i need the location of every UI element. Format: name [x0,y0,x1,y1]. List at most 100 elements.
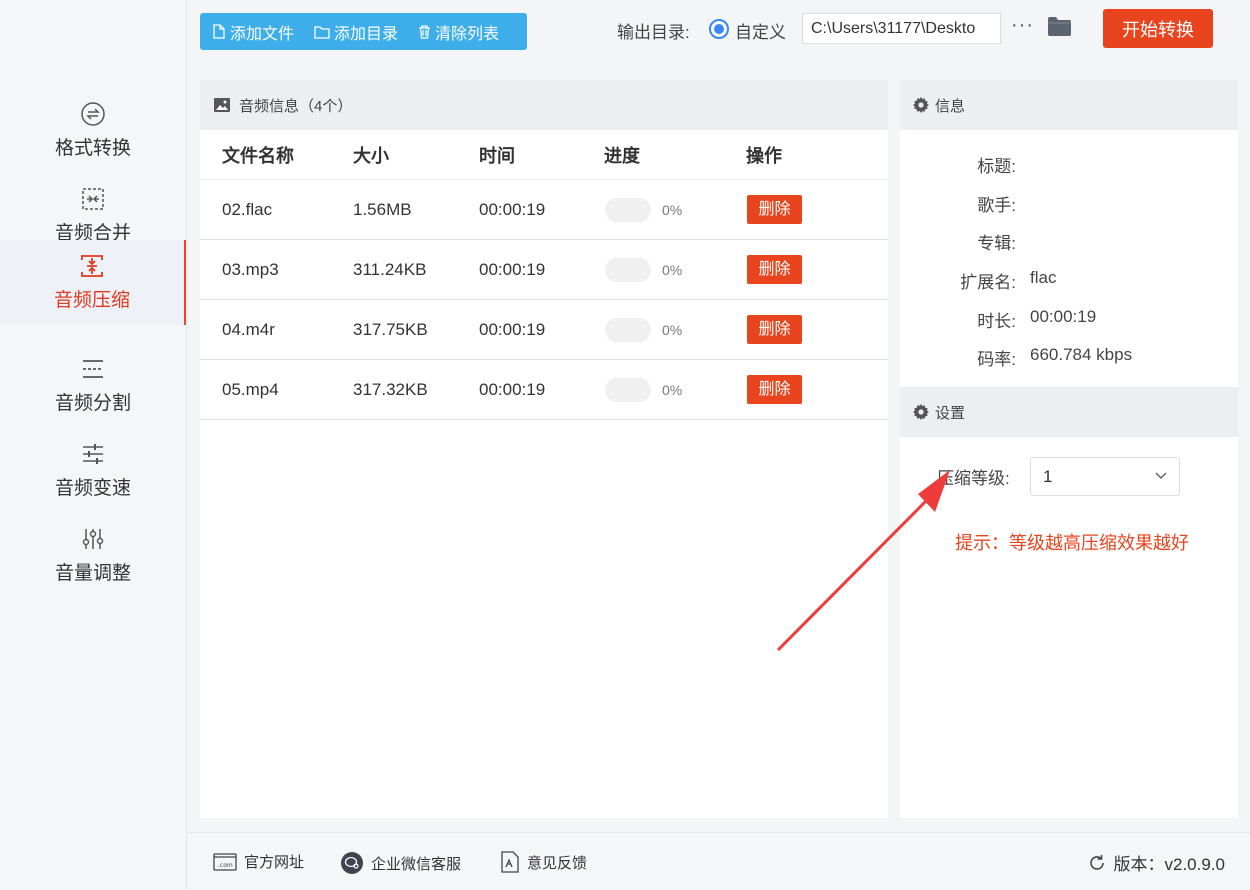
file-duration: 00:00:19 [479,200,546,219]
file-list-panel: 音频信息（4个） 文件名称 大小 时间 进度 操作 02.flac 1.56MB… [200,80,888,818]
compress-icon [81,255,103,277]
refresh-icon [1089,854,1104,870]
settings-header: 设置 [900,387,1238,437]
file-size: 317.32KB [353,380,428,399]
info-label: 专辑: [977,234,1016,253]
file-name: 04.m4r [222,320,275,339]
info-label: 标题: [977,157,1016,176]
file-list-title: 音频信息（4个） [239,97,353,115]
output-dir-label: 输出目录: [617,23,690,42]
progress-text: 0% [662,382,683,398]
add-directory-button[interactable]: 添加目录 [314,20,398,44]
file-duration: 00:00:19 [479,380,546,399]
file-size: 317.75KB [353,320,428,339]
delete-button[interactable]: 删除 [747,195,802,224]
sidebar-item-label: 音频压缩 [53,290,130,311]
file-name: 03.mp3 [222,260,279,279]
feedback-doc-icon [501,851,519,873]
sidebar-item-label: 音量调整 [54,563,131,584]
info-header: 信息 [900,80,1238,130]
speed-sliders-icon [83,444,103,464]
table-row[interactable]: 03.mp3 311.24KB 00:00:19 0% 删除 [200,240,888,300]
file-name: 05.mp4 [222,380,279,399]
volume-sliders-icon [82,529,104,549]
info-value: 00:00:19 [1030,307,1097,326]
info-row-artist: 歌手: [900,191,1238,215]
column-header-name: 文件名称 [222,145,294,166]
delete-button[interactable]: 删除 [747,375,802,404]
info-value: flac [1030,268,1057,287]
settings-title: 设置 [935,404,966,422]
sidebar-item-label: 格式转换 [54,138,131,159]
sidebar-item-label: 音频分割 [54,393,131,414]
progress-bar [605,378,651,402]
trash-icon [419,24,431,39]
svg-text:.com: .com [218,862,233,869]
sidebar-item-audio-split[interactable]: 音频分割 [0,343,186,428]
sidebar-item-audio-speed[interactable]: 音频变速 [0,428,186,513]
custom-output-radio[interactable] [709,19,729,39]
column-header-time: 时间 [479,145,515,166]
output-path-input[interactable]: C:\Users\31177\Deskto [802,13,1001,44]
gear-icon [913,404,929,420]
official-website-link[interactable]: .com 官方网址 [213,851,304,872]
sidebar-item-audio-compress[interactable]: 音频压缩 [0,240,186,325]
split-icon [83,360,103,378]
chevron-down-icon [1155,472,1167,480]
file-toolbar: 添加文件 添加目录 清除列表 [200,13,527,50]
info-label: 歌手: [977,196,1016,215]
footer: .com 官方网址 企业微信客服 意见反馈 版本：v2.0.9.0 [188,832,1250,890]
sidebar: 格式转换 音频合并 音频压缩 音频分割 音频变速 音量调整 [0,0,187,890]
compress-tip: 提示：等级越高压缩效果越好 [955,533,1189,553]
merge-icon [82,188,104,210]
column-header-progress: 进度 [604,145,640,166]
website-icon: .com [213,852,237,871]
sidebar-item-label: 音频变速 [54,478,131,499]
info-row-album: 专辑: [900,229,1238,253]
compress-level-value: 1 [1043,467,1053,486]
delete-button[interactable]: 删除 [747,315,802,344]
progress-text: 0% [662,202,683,218]
info-row-extension: 扩展名: flac [900,268,1238,292]
file-duration: 00:00:19 [479,260,546,279]
info-label: 时长: [977,312,1016,331]
sidebar-item-format-convert[interactable]: 格式转换 [0,88,186,173]
add-file-button[interactable]: 添加文件 [212,20,294,44]
progress-bar [605,318,651,342]
feedback-link[interactable]: 意见反馈 [500,851,587,873]
chat-bubble-icon [341,852,363,874]
browse-more-button[interactable]: ··· [1011,14,1034,37]
progress-bar [605,258,651,282]
clear-list-button[interactable]: 清除列表 [418,20,499,44]
custom-output-label[interactable]: 自定义 [735,18,786,43]
version-info: 版本：v2.0.9.0 [1087,850,1225,875]
info-row-title: 标题: [900,152,1238,176]
folder-outline-icon [314,25,330,39]
gear-icon [913,97,929,113]
table-row[interactable]: 04.m4r 317.75KB 00:00:19 0% 删除 [200,300,888,360]
progress-text: 0% [662,262,683,278]
compress-level-label: 压缩等级: [937,469,1010,488]
file-size: 1.56MB [353,200,412,219]
table-row[interactable]: 05.mp4 317.32KB 00:00:19 0% 删除 [200,360,888,420]
table-row[interactable]: 02.flac 1.56MB 00:00:19 0% 删除 [200,180,888,240]
info-panel: 信息 标题: 歌手: 专辑: 扩展名: flac 时长: 00:00:19 码率… [900,80,1238,818]
file-size: 311.24KB [353,260,427,279]
info-row-bitrate: 码率: 660.784 kbps [900,345,1238,369]
info-label: 扩展名: [960,273,1016,292]
wechat-service-link[interactable]: 企业微信客服 [340,851,461,875]
compress-level-select[interactable]: 1 [1030,457,1180,496]
open-folder-icon[interactable] [1047,16,1072,37]
swap-circle-icon [81,102,105,126]
file-duration: 00:00:19 [479,320,546,339]
sidebar-item-volume-adjust[interactable]: 音量调整 [0,513,186,598]
delete-button[interactable]: 删除 [747,255,802,284]
table-header: 文件名称 大小 时间 进度 操作 [200,130,888,180]
file-name: 02.flac [222,200,273,219]
column-header-action: 操作 [746,145,782,166]
file-list-header: 音频信息（4个） [200,80,888,130]
start-convert-button[interactable]: 开始转换 [1103,9,1213,48]
progress-text: 0% [662,322,683,338]
info-row-duration: 时长: 00:00:19 [900,307,1238,331]
info-value: 660.784 kbps [1030,345,1133,364]
